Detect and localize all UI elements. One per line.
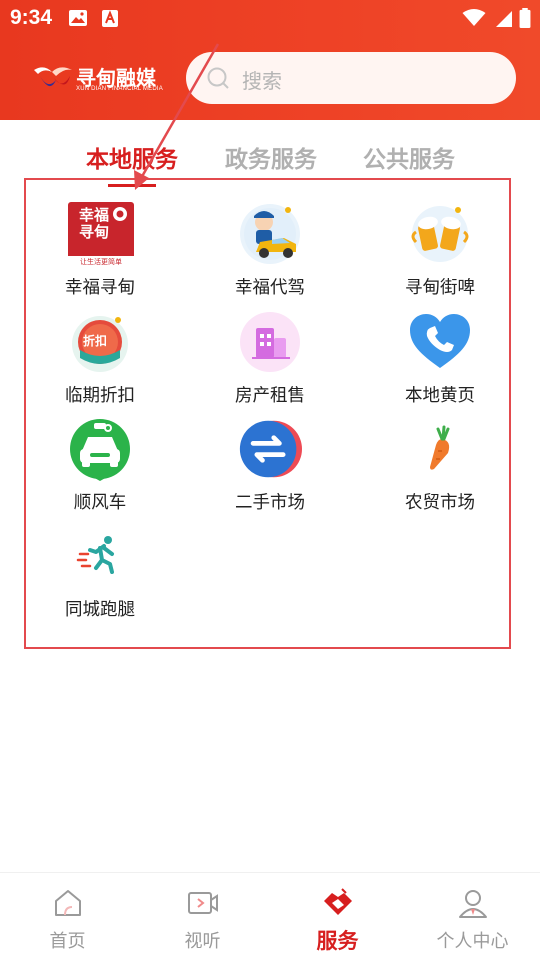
taxi-icon xyxy=(70,419,130,481)
nav-label: 服务 xyxy=(316,929,359,953)
exchange-arrows-icon xyxy=(239,420,302,478)
wifi-icon xyxy=(462,9,486,26)
service-xingfu-daijia[interactable]: 幸福代驾 xyxy=(195,202,345,302)
nav-label: 视听 xyxy=(184,931,221,952)
service-label: 同城跑腿 xyxy=(65,600,135,620)
building-icon xyxy=(240,312,300,372)
tab-local-services[interactable]: 本地服务 xyxy=(86,140,178,174)
logo-subtitle: XUN DIAN FINANCIAL MEDIA xyxy=(76,86,163,92)
image-notification-icon xyxy=(69,10,87,26)
nav-label: 首页 xyxy=(49,931,86,952)
xingfu-xundian-logo-icon: 幸福寻甸 让生活更简单 xyxy=(68,202,134,266)
service-label: 顺风车 xyxy=(73,493,127,513)
service-fangchan-zushou[interactable]: 房产租售 xyxy=(195,310,345,410)
service-nongmao-shichang[interactable]: 农贸市场 xyxy=(365,417,515,517)
app-logo: 寻甸融媒 XUN DIAN FINANCIAL MEDIA xyxy=(30,58,170,98)
battery-icon xyxy=(519,8,531,28)
service-xingfu-xundian[interactable]: 幸福寻甸 让生活更简单 幸福寻甸 xyxy=(25,202,175,302)
service-label: 本地黄页 xyxy=(405,386,475,406)
tab-government-services[interactable]: 政务服务 xyxy=(225,140,317,174)
xingfu-logo-text: 幸福寻甸 xyxy=(78,206,109,241)
xingfu-logo-caption: 让生活更简单 xyxy=(80,258,122,266)
service-ershou-shichang[interactable]: 二手市场 xyxy=(195,417,345,517)
nav-video[interactable]: 视听 xyxy=(135,873,270,960)
service-label: 幸福寻甸 xyxy=(65,278,135,298)
tab-public-services[interactable]: 公共服务 xyxy=(363,140,455,174)
bottom-navigation: 首页 视听 服务 个人中心 xyxy=(0,872,540,960)
font-notification-icon xyxy=(102,10,118,27)
video-icon xyxy=(188,892,218,914)
service-label: 二手市场 xyxy=(235,493,305,513)
service-tongcheng-paotui[interactable]: 同城跑腿 xyxy=(25,524,175,624)
user-icon xyxy=(459,890,487,918)
status-time: 9:34 xyxy=(10,6,53,29)
signal-icon xyxy=(496,11,512,27)
search-input[interactable]: 搜索 xyxy=(186,52,516,104)
nav-label: 个人中心 xyxy=(436,931,509,952)
phone-heart-icon xyxy=(410,314,470,368)
status-bar: 9:34 xyxy=(0,0,540,36)
service-linqi-zhekou[interactable]: 折扣 临期折扣 xyxy=(25,310,175,410)
running-man-icon xyxy=(76,536,114,574)
app-screen: 9:34 寻甸融媒 XUN DIAN FINANCIAL MEDIA 搜索 本地… xyxy=(0,0,540,960)
service-handshake-icon xyxy=(324,888,352,915)
nav-profile[interactable]: 个人中心 xyxy=(405,873,540,960)
service-shunfengche[interactable]: 顺风车 xyxy=(25,417,175,517)
nav-home[interactable]: 首页 xyxy=(0,873,135,960)
service-label: 寻甸街啤 xyxy=(405,278,475,298)
discount-badge-text: 折扣 xyxy=(83,334,108,348)
nav-services[interactable]: 服务 xyxy=(270,873,405,960)
driver-car-icon xyxy=(240,204,300,264)
home-icon xyxy=(55,890,81,916)
carrot-icon xyxy=(430,425,450,470)
service-bendi-huangye[interactable]: 本地黄页 xyxy=(365,310,515,410)
header: 9:34 寻甸融媒 XUN DIAN FINANCIAL MEDIA 搜索 xyxy=(0,0,540,120)
service-label: 农贸市场 xyxy=(405,493,475,513)
search-placeholder: 搜索 xyxy=(242,69,282,93)
service-xundian-jiepi[interactable]: 寻甸街啤 xyxy=(365,202,515,302)
logo-mark-icon xyxy=(34,67,72,87)
beer-mugs-icon xyxy=(411,206,469,262)
service-label: 临期折扣 xyxy=(65,386,135,406)
service-label: 幸福代驾 xyxy=(235,278,305,298)
service-label: 房产租售 xyxy=(235,386,305,406)
search-icon xyxy=(207,67,229,89)
